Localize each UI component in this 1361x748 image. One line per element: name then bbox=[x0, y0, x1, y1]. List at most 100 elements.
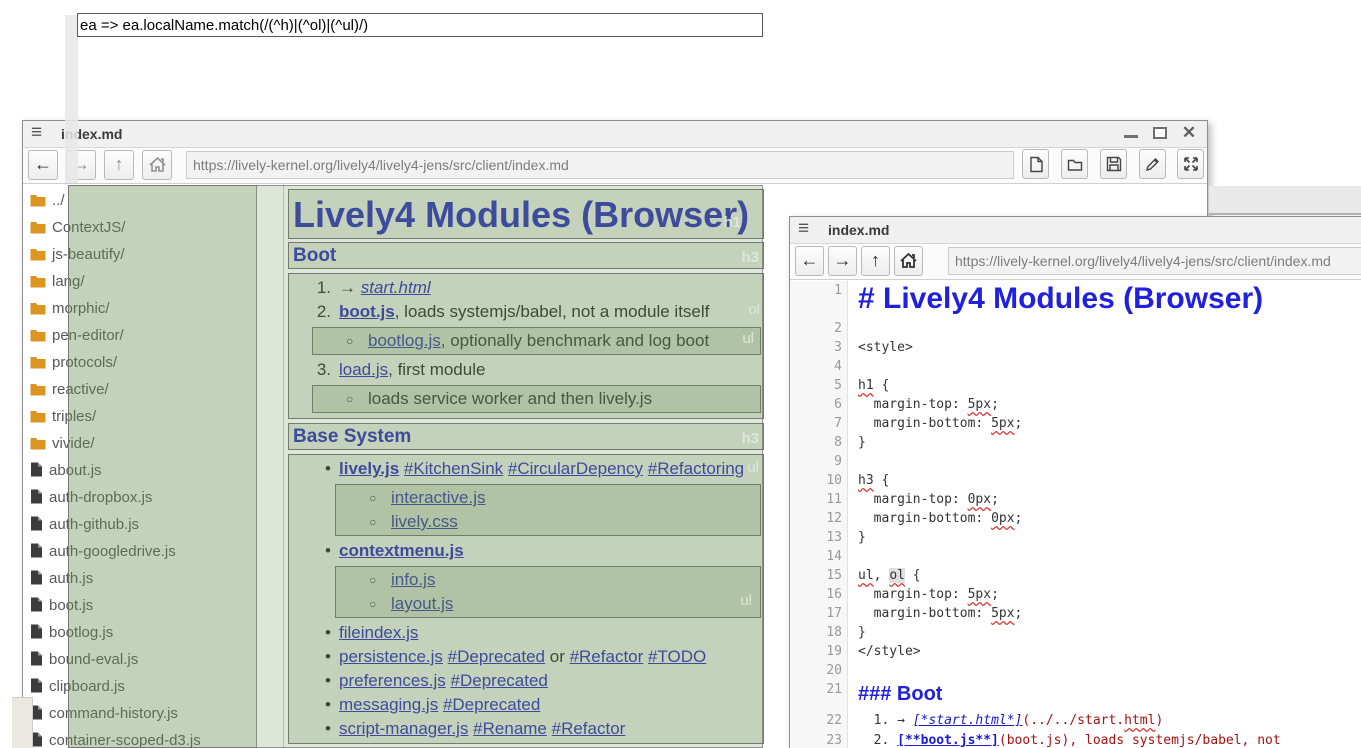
up-icon: ↑ bbox=[115, 154, 124, 174]
editor-line: margin-bottom: 5px; bbox=[842, 604, 1022, 623]
md-link[interactable]: #Deprecated bbox=[448, 647, 545, 666]
tag-label: h3 bbox=[741, 427, 759, 451]
window-menu-icon[interactable]: ≡ bbox=[31, 122, 42, 144]
md-heading-h3: Base System h3 bbox=[288, 423, 764, 450]
file-icon bbox=[30, 570, 43, 585]
maximize-button[interactable] bbox=[1149, 121, 1173, 145]
home-button[interactable] bbox=[142, 150, 172, 180]
markdown-preview: Lively4 Modules (Browser) h1 Boot h3 ol … bbox=[288, 184, 764, 748]
md-link[interactable]: interactive.js bbox=[391, 488, 485, 507]
expand-button[interactable] bbox=[1177, 149, 1204, 179]
save-button[interactable] bbox=[1100, 149, 1127, 179]
sidebar-item[interactable]: auth.js bbox=[30, 565, 283, 592]
up-button[interactable]: ↑ bbox=[104, 150, 134, 180]
md-link[interactable]: #KitchenSink bbox=[404, 459, 503, 478]
md-link[interactable]: #Deprecated bbox=[443, 695, 540, 714]
sidebar-item[interactable]: auth-github.js bbox=[30, 511, 283, 538]
sidebar-item[interactable]: ContextJS/ bbox=[30, 214, 283, 241]
md-link[interactable]: script-manager.js bbox=[339, 719, 468, 738]
editor-line: 1. → [*start.html*](../../start.html) bbox=[842, 711, 1163, 730]
right-window-titlebar[interactable]: ≡ index.md bbox=[790, 217, 1361, 244]
md-link[interactable]: fileindex.js bbox=[339, 623, 418, 642]
md-link[interactable]: #Refactor bbox=[570, 647, 644, 666]
file-icon bbox=[30, 489, 43, 504]
sidebar-item[interactable]: vivide/ bbox=[30, 430, 283, 457]
forward-button[interactable]: → bbox=[828, 246, 857, 276]
markdown-source-editor[interactable]: 1# Lively4 Modules (Browser) 2 3<style> … bbox=[790, 281, 1361, 748]
sidebar-item[interactable]: about.js bbox=[30, 457, 283, 484]
window-title: index.md bbox=[828, 222, 889, 238]
file-icon bbox=[30, 462, 43, 477]
md-link[interactable]: preferences.js bbox=[339, 671, 446, 690]
md-link[interactable]: layout.js bbox=[391, 594, 453, 613]
sidebar-item[interactable]: js-beautify/ bbox=[30, 241, 283, 268]
folder-icon bbox=[1067, 157, 1083, 172]
md-link[interactable]: lively.js bbox=[339, 459, 399, 478]
new-file-button[interactable] bbox=[1022, 149, 1049, 179]
window-menu-icon[interactable]: ≡ bbox=[798, 218, 809, 240]
editor-line: margin-bottom: 0px; bbox=[842, 509, 1022, 528]
sidebar-item[interactable]: bound-eval.js bbox=[30, 646, 283, 673]
file-icon bbox=[30, 678, 43, 693]
left-window-titlebar[interactable]: ≡ index.md ✕ bbox=[23, 121, 1207, 148]
md-link[interactable]: #Refactor bbox=[552, 719, 626, 738]
md-heading-h3: Boot h3 bbox=[288, 242, 764, 269]
minimize-button[interactable] bbox=[1120, 121, 1144, 145]
new-file-icon bbox=[1028, 156, 1044, 173]
file-icon bbox=[30, 597, 43, 612]
folder-icon bbox=[30, 328, 46, 342]
sidebar-item[interactable]: morphic/ bbox=[30, 295, 283, 322]
sidebar-item[interactable]: triples/ bbox=[30, 403, 283, 430]
sidebar-item[interactable]: pen-editor/ bbox=[30, 322, 283, 349]
folder-icon bbox=[30, 382, 46, 396]
home-button[interactable] bbox=[894, 246, 923, 276]
md-link[interactable]: bootlog.js bbox=[368, 331, 441, 350]
edit-button[interactable] bbox=[1139, 149, 1166, 179]
file-navigation-sidebar: ../ ContextJS/ js-beautify/ lang/ morphi… bbox=[23, 184, 284, 748]
forward-icon: → bbox=[834, 250, 852, 270]
sidebar-item[interactable]: ../ bbox=[30, 187, 283, 214]
md-link[interactable]: #Refactoring bbox=[648, 459, 744, 478]
md-link[interactable]: load.js bbox=[339, 360, 388, 379]
back-button[interactable]: ← bbox=[795, 246, 824, 276]
md-link[interactable]: #CircularDepency bbox=[508, 459, 643, 478]
editor-line: margin-top: 5px; bbox=[842, 585, 999, 604]
url-input[interactable] bbox=[186, 151, 1014, 179]
browser-window-right: ≡ index.md ← → ↑ 1# Lively4 Modules (Bro… bbox=[789, 216, 1361, 748]
md-nested-list: ○loads service worker and then lively.js bbox=[312, 385, 761, 413]
sidebar-item[interactable]: reactive/ bbox=[30, 376, 283, 403]
sidebar-item[interactable]: auth-googledrive.js bbox=[30, 538, 283, 565]
editor-line: ul, ol { bbox=[842, 566, 921, 585]
sidebar-item[interactable]: bootlog.js bbox=[30, 619, 283, 646]
url-input[interactable] bbox=[948, 247, 1361, 275]
md-link[interactable]: messaging.js bbox=[339, 695, 438, 714]
editor-line: margin-top: 5px; bbox=[842, 395, 999, 414]
md-link[interactable]: boot.js bbox=[339, 302, 395, 321]
md-link[interactable]: lively.css bbox=[391, 512, 458, 531]
expand-icon bbox=[1183, 156, 1199, 172]
md-link[interactable]: persistence.js bbox=[339, 647, 443, 666]
md-link[interactable]: contextmenu.js bbox=[339, 541, 464, 560]
sidebar-item[interactable]: container-scoped-d3.js bbox=[30, 727, 283, 748]
open-folder-button[interactable] bbox=[1061, 149, 1088, 179]
tag-label: h1 bbox=[723, 198, 741, 247]
folder-icon bbox=[30, 274, 46, 288]
md-link[interactable]: #Deprecated bbox=[451, 671, 548, 690]
back-button[interactable]: ← bbox=[28, 150, 58, 180]
md-link[interactable]: #TODO bbox=[648, 647, 706, 666]
md-link[interactable]: #Rename bbox=[473, 719, 547, 738]
sidebar-item[interactable]: protocols/ bbox=[30, 349, 283, 376]
up-button[interactable]: ↑ bbox=[861, 246, 890, 276]
sidebar-item[interactable]: clipboard.js bbox=[30, 673, 283, 700]
md-link[interactable]: info.js bbox=[391, 570, 435, 589]
sidebar-item[interactable]: command-history.js bbox=[30, 700, 283, 727]
sidebar-item[interactable]: lang/ bbox=[30, 268, 283, 295]
close-button[interactable]: ✕ bbox=[1177, 121, 1201, 145]
sidebar-item[interactable]: boot.js bbox=[30, 592, 283, 619]
tag-label: h3 bbox=[741, 246, 759, 270]
sidebar-item[interactable]: auth-dropbox.js bbox=[30, 484, 283, 511]
element-query-input[interactable] bbox=[77, 13, 763, 37]
editor-line: } bbox=[842, 433, 866, 452]
file-icon bbox=[30, 624, 43, 639]
md-link[interactable]: start.html bbox=[361, 278, 431, 297]
